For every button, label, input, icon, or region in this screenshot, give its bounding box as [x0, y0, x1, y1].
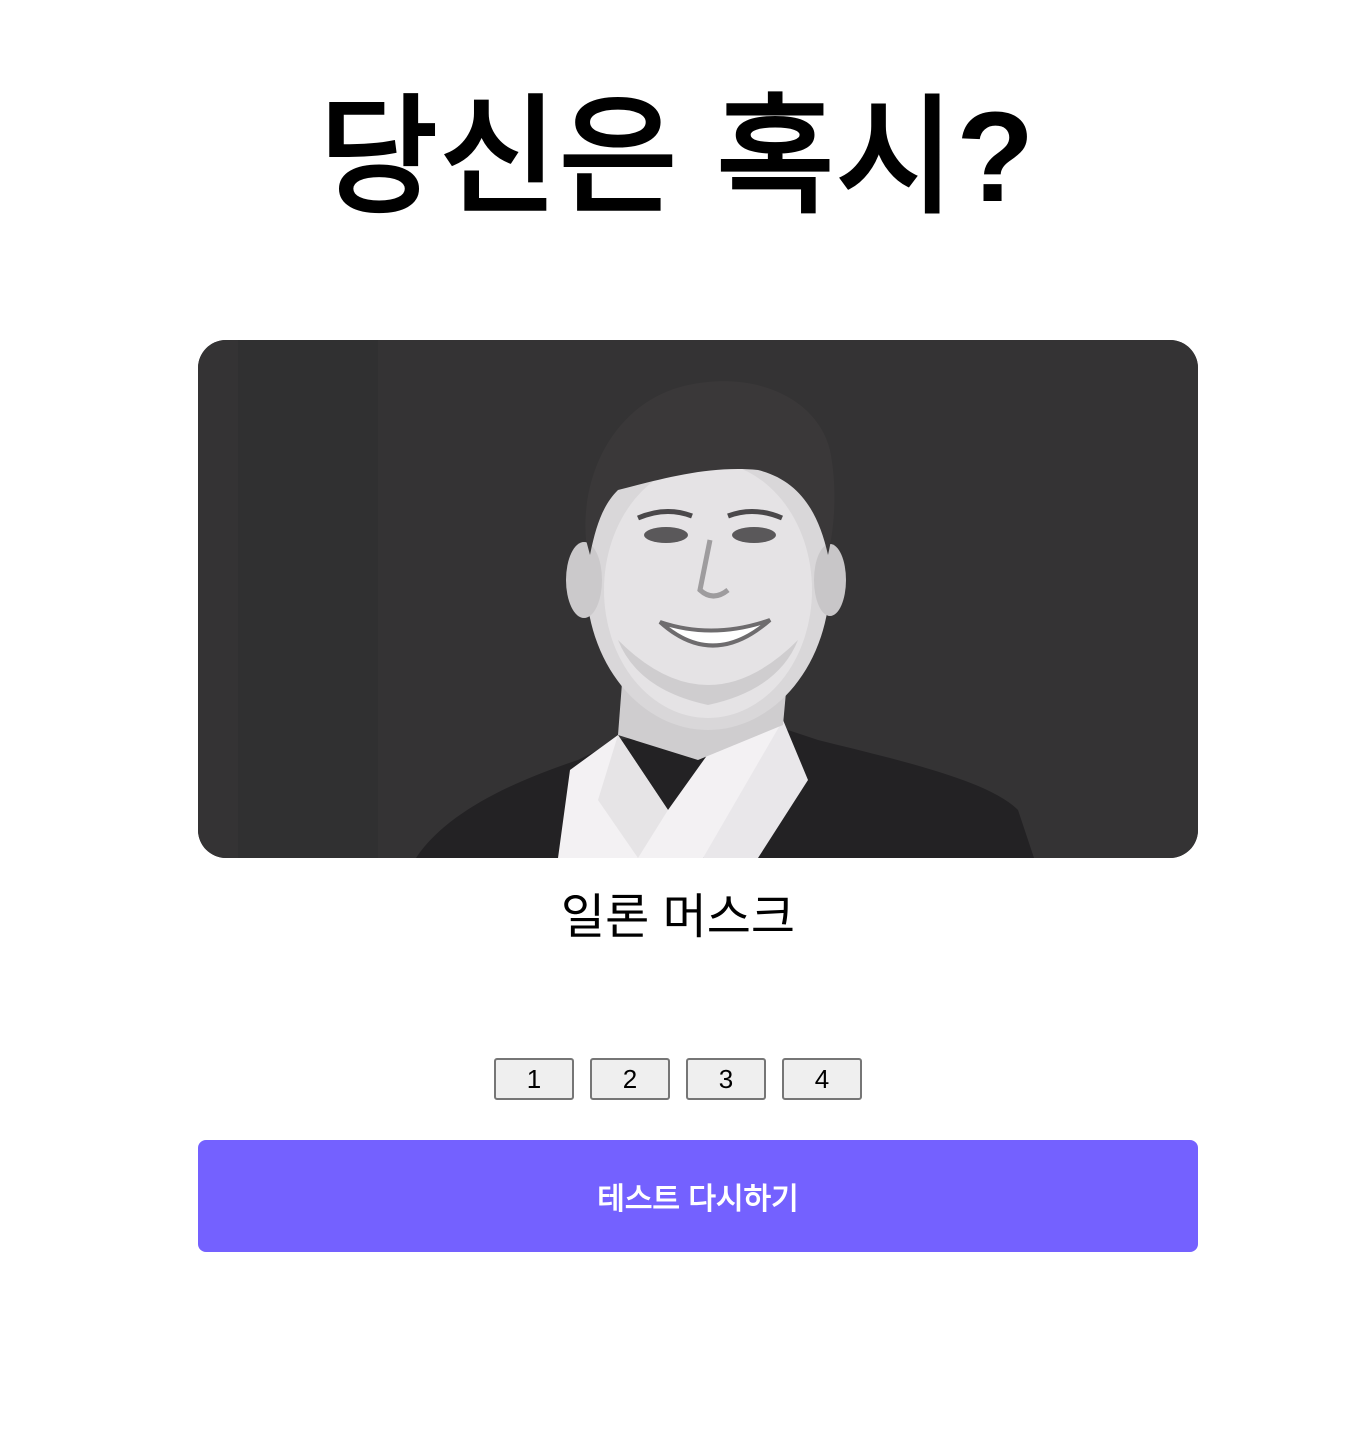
result-photo: [198, 340, 1198, 858]
pagination: 1 2 3 4: [0, 1058, 1356, 1100]
page-button-3[interactable]: 3: [686, 1058, 766, 1100]
result-name: 일론 머스크: [560, 891, 796, 944]
person-photo-icon: [198, 340, 1198, 858]
page-button-2[interactable]: 2: [590, 1058, 670, 1100]
retry-test-button[interactable]: 테스트 다시하기: [198, 1140, 1198, 1252]
page-button-4[interactable]: 4: [782, 1058, 862, 1100]
page-title: 당신은 혹시?: [319, 86, 1037, 229]
page-button-1[interactable]: 1: [494, 1058, 574, 1100]
result-page: 당신은 혹시? 일론 머스크 1 2 3 4 테스트 다시하기: [0, 0, 1356, 1434]
